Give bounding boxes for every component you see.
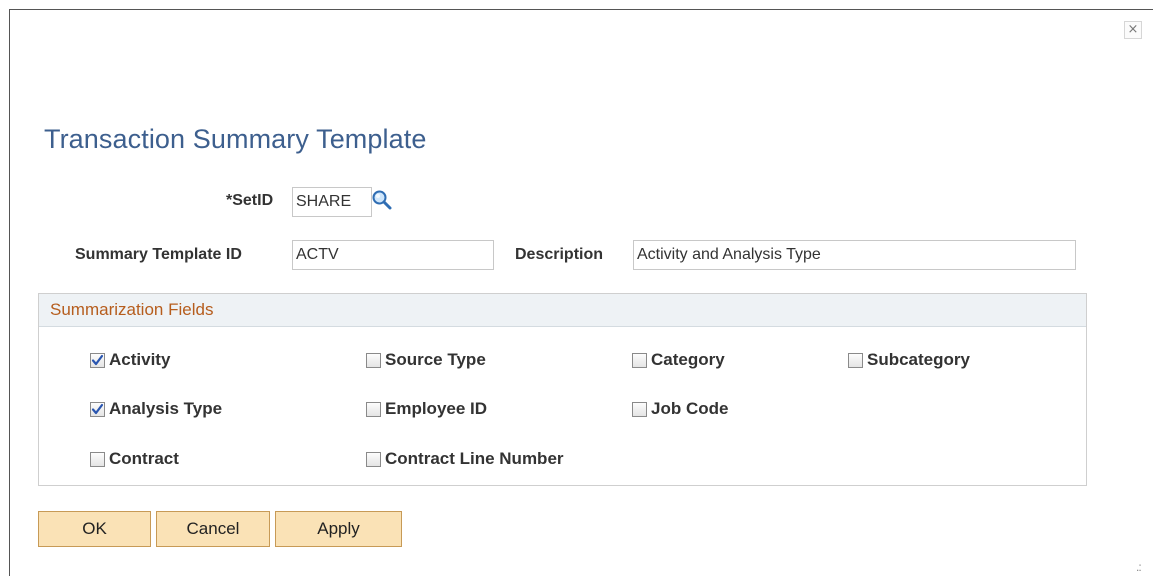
subcategory-checkbox[interactable] — [848, 352, 863, 368]
summary-template-id-input[interactable]: ACTV — [292, 240, 494, 270]
page-title: Transaction Summary Template — [44, 124, 427, 154]
close-icon: × — [1127, 22, 1139, 37]
contract-line-number-label: Contract Line Number — [385, 449, 564, 468]
activity-label: Activity — [109, 350, 171, 369]
category-checkbox[interactable] — [632, 352, 647, 368]
subcategory-checkbox-item[interactable]: Subcategory — [848, 350, 970, 370]
employee-id-checkbox[interactable] — [366, 401, 381, 417]
source-type-checkbox[interactable] — [366, 352, 381, 368]
resize-grip-icon[interactable]: .: — [1136, 560, 1142, 574]
ok-button[interactable]: OK — [38, 511, 151, 547]
analysis-type-checkbox[interactable] — [90, 401, 105, 417]
checkmark-icon — [91, 354, 104, 365]
subcategory-label: Subcategory — [867, 350, 970, 369]
description-input[interactable]: Activity and Analysis Type — [633, 240, 1076, 270]
job-code-checkbox[interactable] — [632, 401, 647, 417]
magnifier-icon[interactable] — [371, 189, 393, 211]
analysis-type-label: Analysis Type — [109, 399, 223, 418]
setid-input[interactable]: SHARE — [292, 187, 372, 217]
contract-line-number-checkbox[interactable] — [366, 451, 381, 467]
activity-checkbox-item[interactable]: Activity — [90, 350, 170, 370]
category-checkbox-item[interactable]: Category — [632, 350, 725, 370]
description-label: Description — [515, 246, 604, 263]
contract-checkbox-item[interactable]: Contract — [90, 449, 179, 469]
source-type-label: Source Type — [385, 350, 486, 369]
summarization-fields-heading: Summarization Fields — [39, 294, 1086, 327]
cancel-button[interactable]: Cancel — [156, 511, 270, 547]
job-code-label: Job Code — [651, 399, 729, 418]
contract-checkbox[interactable] — [90, 451, 105, 467]
summary-template-id-label: Summary Template ID — [75, 246, 242, 263]
contract-line-number-checkbox-item[interactable]: Contract Line Number — [366, 449, 564, 469]
checkmark-icon — [91, 403, 104, 414]
category-label: Category — [651, 350, 725, 369]
contract-label: Contract — [109, 449, 179, 468]
activity-checkbox[interactable] — [90, 352, 105, 368]
employee-id-label: Employee ID — [385, 399, 488, 418]
close-button[interactable]: × — [1124, 21, 1142, 39]
setid-label: *SetID — [226, 192, 274, 209]
job-code-checkbox-item[interactable]: Job Code — [632, 399, 728, 419]
apply-button[interactable]: Apply — [275, 511, 402, 547]
employee-id-checkbox-item[interactable]: Employee ID — [366, 399, 487, 419]
source-type-checkbox-item[interactable]: Source Type — [366, 350, 486, 370]
analysis-type-checkbox-item[interactable]: Analysis Type — [90, 399, 222, 419]
